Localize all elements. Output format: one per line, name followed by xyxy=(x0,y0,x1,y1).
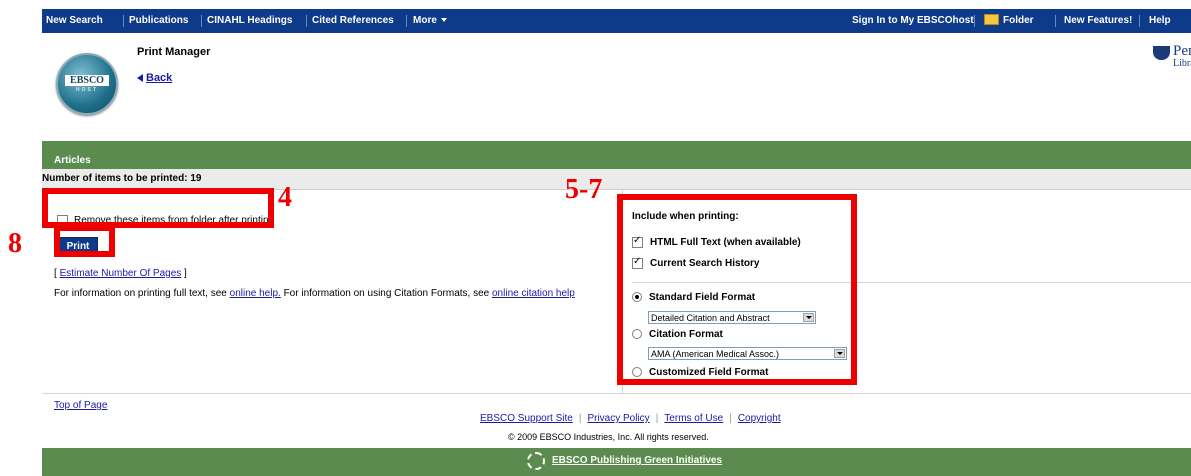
citation-format-option: Citation Format xyxy=(632,329,723,340)
nav-folder-label: Folder xyxy=(1003,15,1034,26)
footer-separator: | xyxy=(729,413,732,424)
items-count-text: Number of items to be printed: 19 xyxy=(42,173,202,184)
nav-new-features[interactable]: New Features! xyxy=(1064,9,1132,33)
search-history-option: Current Search History xyxy=(632,256,760,270)
search-history-checkbox[interactable] xyxy=(632,256,643,269)
articles-section-header: Articles xyxy=(42,152,1191,169)
info-text-1: For information on printing full text, s… xyxy=(54,288,230,299)
standard-field-format-option: Standard Field Format xyxy=(632,292,755,303)
standard-field-format-label: Standard Field Format xyxy=(649,292,756,303)
options-divider xyxy=(632,282,1191,283)
remove-from-folder-label: Remove these items from folder after pri… xyxy=(74,215,275,227)
estimate-pages-link[interactable]: Estimate Number Of Pages xyxy=(60,268,182,279)
html-full-text-label: HTML Full Text (when available) xyxy=(650,237,801,249)
copyright-text: © 2009 EBSCO Industries, Inc. All rights… xyxy=(508,432,709,442)
section-divider xyxy=(42,141,1191,152)
online-citation-help-link[interactable]: online citation help xyxy=(492,288,575,299)
ebsco-print-manager-page: New Search Publications CINAHL Headings … xyxy=(42,9,1191,476)
nav-separator xyxy=(974,15,975,27)
nav-help[interactable]: Help xyxy=(1149,9,1171,33)
nav-cinahl-headings[interactable]: CINAHL Headings xyxy=(207,9,292,33)
back-arrow-icon xyxy=(137,74,143,83)
nav-publications[interactable]: Publications xyxy=(129,9,188,33)
nav-sign-in[interactable]: Sign In to My EBSCOhost xyxy=(852,9,974,33)
html-full-text-option: HTML Full Text (when available) xyxy=(632,235,801,249)
footer-divider xyxy=(42,393,1191,394)
standard-format-value: Detailed Citation and Abstract xyxy=(651,313,770,323)
support-site-link[interactable]: EBSCO Support Site xyxy=(480,413,573,424)
nav-cited-references[interactable]: Cited References xyxy=(312,9,394,33)
footer-separator: | xyxy=(655,413,659,424)
privacy-policy-link[interactable]: Privacy Policy xyxy=(587,413,649,424)
chevron-down-icon xyxy=(440,18,447,23)
recycle-icon xyxy=(527,452,545,470)
nav-more-dropdown[interactable]: More xyxy=(413,9,447,33)
citation-format-value: AMA (American Medical Assoc.) xyxy=(651,349,780,359)
remove-from-folder-option: Remove these items from folder after pri… xyxy=(57,215,274,226)
back-link[interactable]: Back xyxy=(137,72,172,84)
footer-links: EBSCO Support Site | Privacy Policy | Terms … xyxy=(480,413,781,424)
nav-folder[interactable]: Folder xyxy=(984,9,1034,33)
penn-logo-name: Penn xyxy=(1173,43,1191,59)
nav-separator xyxy=(123,15,124,27)
items-count-row: Number of items to be printed: 19 xyxy=(42,169,1191,190)
info-text-2: For information on using Citation Format… xyxy=(280,288,492,299)
citation-format-label: Citation Format xyxy=(649,329,723,340)
nav-separator xyxy=(406,15,407,27)
footer-separator: | xyxy=(578,413,582,424)
citation-format-dropdown[interactable]: AMA (American Medical Assoc.) xyxy=(648,347,847,360)
page-title: Print Manager xyxy=(137,46,211,58)
help-info-text: For information on printing full text, s… xyxy=(54,288,575,299)
search-history-label: Current Search History xyxy=(650,258,760,270)
back-label: Back xyxy=(146,72,173,84)
nav-separator xyxy=(201,15,202,27)
column-divider xyxy=(622,190,623,393)
ebsco-host-logo[interactable]: EBSCO HOST xyxy=(56,53,118,115)
nav-new-search[interactable]: New Search xyxy=(46,9,103,33)
chevron-down-icon xyxy=(834,349,845,358)
green-footer-bar: EBSCO Publishing Green Initiatives xyxy=(42,448,1191,476)
print-button[interactable]: Print xyxy=(58,237,98,256)
remove-from-folder-checkbox[interactable] xyxy=(57,215,68,226)
penn-shield-icon xyxy=(1153,46,1170,60)
nav-separator xyxy=(306,15,307,27)
customized-field-format-option: Customized Field Format xyxy=(632,367,768,378)
penn-logo-sub: Library xyxy=(1173,58,1191,69)
logo-word-host: HOST xyxy=(76,87,98,93)
top-nav-bar: New Search Publications CINAHL Headings … xyxy=(42,9,1191,33)
chevron-down-icon xyxy=(803,313,814,322)
customized-field-format-label: Customized Field Format xyxy=(649,367,769,378)
folder-icon xyxy=(984,13,999,25)
standard-field-format-radio[interactable] xyxy=(632,292,642,303)
copyright-link[interactable]: Copyright xyxy=(738,413,781,424)
terms-of-use-link[interactable]: Terms of Use xyxy=(664,413,723,424)
estimate-bracket-close: ] xyxy=(181,268,187,279)
include-when-printing-heading: Include when printing: xyxy=(632,211,739,222)
annotation-label-5-7: 5-7 xyxy=(565,174,603,205)
standard-format-dropdown[interactable]: Detailed Citation and Abstract xyxy=(648,311,816,324)
estimate-pages: [ Estimate Number Of Pages ] xyxy=(54,268,187,279)
online-help-link[interactable]: online help. xyxy=(230,288,281,299)
top-of-page-link[interactable]: Top of Page xyxy=(54,400,107,411)
green-initiatives-link[interactable]: EBSCO Publishing Green Initiatives xyxy=(552,455,722,466)
logo-word-ebsco: EBSCO xyxy=(65,75,109,86)
nav-more-label: More xyxy=(413,15,437,26)
nav-separator xyxy=(1055,15,1056,27)
customized-field-format-radio[interactable] xyxy=(632,367,642,378)
annotation-label-4: 4 xyxy=(278,182,292,213)
nav-separator xyxy=(1139,15,1140,27)
html-full-text-checkbox[interactable] xyxy=(632,235,643,248)
citation-format-radio[interactable] xyxy=(632,329,642,340)
annotation-label-8: 8 xyxy=(8,228,22,259)
